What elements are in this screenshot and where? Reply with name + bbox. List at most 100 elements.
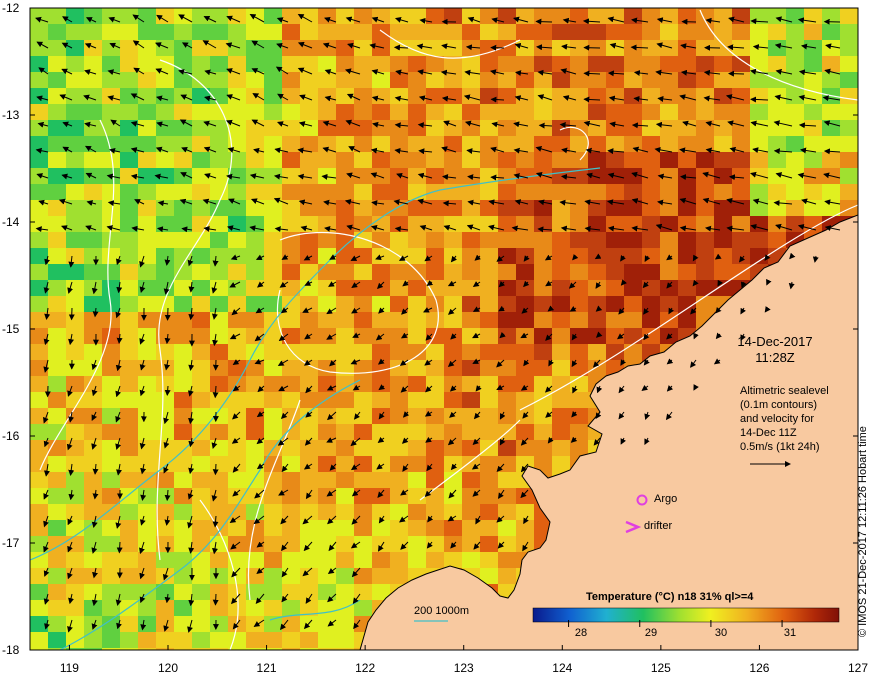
sst-cell: [336, 264, 354, 280]
sst-cell: [138, 504, 156, 520]
sst-cell: [210, 56, 228, 72]
sst-cell: [48, 312, 66, 328]
sst-cell: [264, 168, 282, 184]
sst-cell: [696, 280, 714, 296]
velocity-vector: [727, 70, 745, 77]
sst-cell: [390, 344, 408, 360]
sst-cell: [372, 8, 390, 24]
sst-cell: [84, 488, 102, 504]
sst-cell: [498, 440, 516, 456]
sst-cell: [210, 40, 228, 56]
sst-cell: [552, 8, 570, 24]
sst-cell: [408, 88, 426, 104]
time-line: 11:28Z: [755, 350, 795, 365]
sst-cell: [588, 328, 606, 344]
sst-cell: [714, 72, 732, 88]
sst-cell: [120, 152, 138, 168]
sst-cell: [282, 184, 300, 200]
sst-cell: [426, 24, 444, 40]
sst-cell: [462, 312, 480, 328]
sst-cell: [30, 408, 48, 424]
sst-cell: [462, 392, 480, 408]
sst-cell: [138, 552, 156, 568]
sst-cell: [336, 424, 354, 440]
sst-cell: [264, 344, 282, 360]
sst-cell: [66, 88, 84, 104]
sst-cell: [588, 152, 606, 168]
sst-cell: [624, 200, 642, 216]
sst-cell: [552, 392, 570, 408]
lat-tick-label: -12: [2, 1, 20, 15]
sst-cell: [516, 536, 534, 552]
sst-cell: [552, 296, 570, 312]
sst-cell: [660, 264, 678, 280]
sst-cell: [228, 312, 246, 328]
sst-cell: [30, 504, 48, 520]
sst-cell: [156, 440, 174, 456]
sst-cell: [102, 264, 120, 280]
lat-tick-label: -13: [2, 108, 20, 122]
sst-cell: [66, 168, 84, 184]
sst-cell: [372, 72, 390, 88]
sst-cell: [534, 280, 552, 296]
sst-cell: [678, 312, 696, 328]
sst-cell: [426, 232, 444, 248]
sst-cell: [246, 376, 264, 392]
sst-cell: [48, 472, 66, 488]
sst-cell: [498, 280, 516, 296]
sst-cell: [804, 24, 822, 40]
sst-cell: [174, 280, 192, 296]
sst-cell: [120, 280, 138, 296]
sst-cell: [120, 264, 138, 280]
sst-cell: [318, 88, 336, 104]
sst-cell: [786, 88, 804, 104]
sst-cell: [768, 152, 786, 168]
sst-cell: [552, 456, 570, 472]
sst-cell: [84, 248, 102, 264]
sst-cell: [192, 40, 210, 56]
sst-cell: [102, 488, 120, 504]
sst-cell: [264, 296, 282, 312]
sst-cell: [624, 72, 642, 88]
sst-cell: [210, 168, 228, 184]
argo-legend-label: Argo: [654, 493, 678, 505]
sst-cell: [588, 248, 606, 264]
sst-cell: [264, 184, 282, 200]
sst-cell: [246, 184, 264, 200]
sst-cell: [552, 280, 570, 296]
sst-cell: [696, 296, 714, 312]
sst-cell: [426, 216, 444, 232]
sst-cell: [804, 56, 822, 72]
sst-cell: [282, 424, 300, 440]
sst-cell: [624, 328, 642, 344]
sst-cell: [30, 104, 48, 120]
sst-cell: [642, 312, 660, 328]
sst-cell: [570, 136, 588, 152]
sst-cell: [102, 120, 120, 136]
sst-cell: [354, 232, 372, 248]
sst-cell: [354, 200, 372, 216]
sst-cell: [66, 200, 84, 216]
sst-cell: [372, 472, 390, 488]
sst-cell: [138, 56, 156, 72]
sst-cell: [462, 360, 480, 376]
sst-cell: [138, 440, 156, 456]
sst-cell: [606, 40, 624, 56]
sst-cell: [30, 184, 48, 200]
sst-cell: [426, 504, 444, 520]
sst-cell: [66, 600, 84, 616]
sst-cell: [840, 72, 858, 88]
sst-cell: [840, 40, 858, 56]
sst-cell: [174, 344, 192, 360]
sst-cell: [120, 424, 138, 440]
sst-cell: [426, 152, 444, 168]
sst-cell: [480, 552, 498, 568]
sst-cell: [192, 536, 210, 552]
sst-cell: [246, 472, 264, 488]
sst-cell: [174, 104, 192, 120]
sst-cell: [120, 488, 138, 504]
sst-cell: [318, 584, 336, 600]
sst-cell: [84, 632, 102, 648]
sst-cell: [426, 136, 444, 152]
sst-cell: [138, 312, 156, 328]
